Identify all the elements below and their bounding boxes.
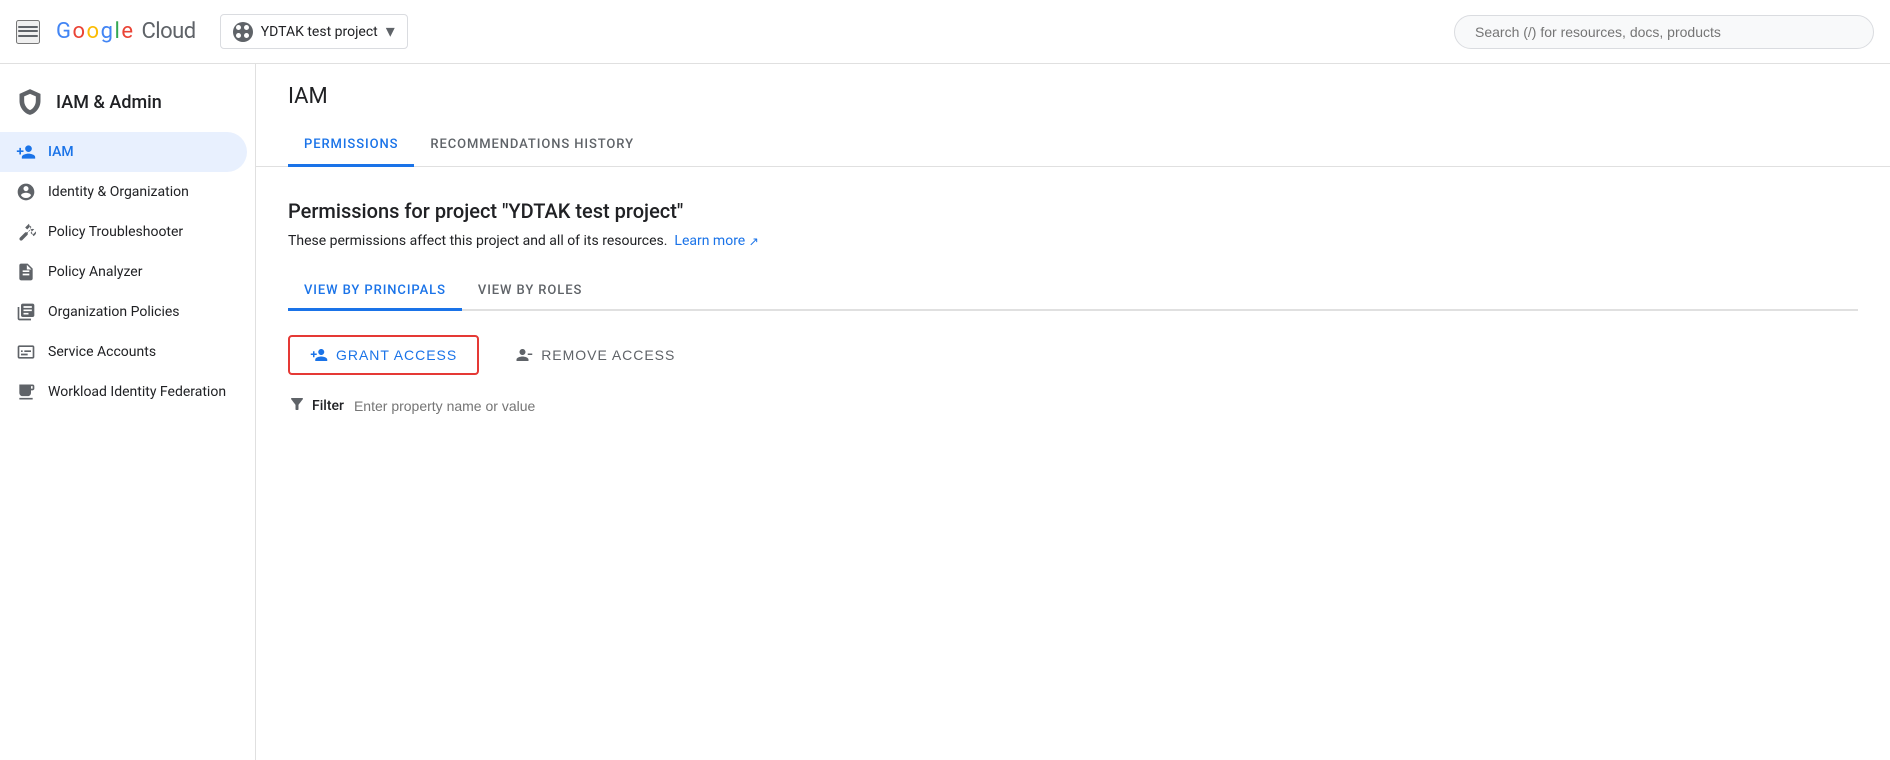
sidebar: IAM & Admin IAM Identity & Organization	[0, 64, 256, 760]
topbar: Google Cloud YDTAK test project ▾	[0, 0, 1890, 64]
tab-permissions[interactable]: PERMISSIONS	[288, 125, 414, 167]
main-content: IAM PERMISSIONS RECOMMENDATIONS HISTORY …	[256, 64, 1890, 760]
filter-row: Filter	[288, 395, 1858, 417]
person-add-icon	[16, 142, 36, 162]
learn-more-link[interactable]: Learn more ↗	[674, 233, 758, 249]
permissions-title: Permissions for project "YDTAK test proj…	[288, 199, 1858, 223]
document-search-icon	[16, 262, 36, 282]
tab-recommendations-history[interactable]: RECOMMENDATIONS HISTORY	[414, 125, 650, 167]
sidebar-item-policy-troubleshooter[interactable]: Policy Troubleshooter	[0, 212, 247, 252]
sidebar-item-label-service-accounts: Service Accounts	[48, 344, 156, 360]
remove-access-button[interactable]: REMOVE ACCESS	[495, 337, 695, 373]
sidebar-item-label-workload-identity: Workload Identity Federation	[48, 384, 226, 400]
filter-label-group: Filter	[288, 395, 344, 417]
project-icon	[233, 22, 253, 42]
sidebar-item-iam[interactable]: IAM	[0, 132, 247, 172]
grant-access-button[interactable]: GRANT ACCESS	[288, 335, 479, 375]
filter-text-label: Filter	[312, 398, 344, 414]
sidebar-header-title: IAM & Admin	[56, 92, 162, 113]
sidebar-item-label-identity: Identity & Organization	[48, 184, 189, 200]
remove-access-label: REMOVE ACCESS	[541, 347, 675, 363]
person-add-btn-icon	[310, 346, 328, 364]
sidebar-item-organization-policies[interactable]: Organization Policies	[0, 292, 247, 332]
sidebar-item-label-iam: IAM	[48, 144, 74, 160]
sidebar-item-workload-identity[interactable]: Workload Identity Federation	[0, 372, 247, 412]
main-header: IAM	[256, 64, 1890, 109]
sidebar-item-service-accounts[interactable]: Service Accounts	[0, 332, 247, 372]
external-link-icon: ↗	[749, 234, 759, 248]
main-tabs: PERMISSIONS RECOMMENDATIONS HISTORY	[256, 125, 1890, 167]
filter-lines-icon	[288, 395, 306, 417]
sub-tabs: VIEW BY PRINCIPALS VIEW BY ROLES	[288, 273, 1858, 311]
google-logo: Google Cloud	[56, 19, 196, 44]
monitor-icon	[16, 342, 36, 362]
page-title: IAM	[288, 84, 1858, 109]
account-circle-icon	[16, 182, 36, 202]
shield-icon	[16, 88, 44, 116]
sidebar-item-label-analyzer: Policy Analyzer	[48, 264, 142, 280]
sidebar-item-label-troubleshooter: Policy Troubleshooter	[48, 224, 183, 240]
sub-tab-view-by-roles[interactable]: VIEW BY ROLES	[462, 273, 598, 311]
project-name: YDTAK test project	[261, 24, 378, 40]
list-icon	[16, 302, 36, 322]
person-remove-btn-icon	[515, 346, 533, 364]
filter-input[interactable]	[354, 398, 654, 414]
actions-row: GRANT ACCESS REMOVE ACCESS	[288, 335, 1858, 375]
grant-access-label: GRANT ACCESS	[336, 347, 457, 363]
project-selector[interactable]: YDTAK test project ▾	[220, 14, 408, 49]
sub-tab-view-by-principals[interactable]: VIEW BY PRINCIPALS	[288, 273, 462, 311]
sidebar-item-identity-organization[interactable]: Identity & Organization	[0, 172, 247, 212]
menu-button[interactable]	[16, 20, 40, 44]
sidebar-item-label-org-policies: Organization Policies	[48, 304, 180, 320]
wrench-icon	[16, 222, 36, 242]
sidebar-item-policy-analyzer[interactable]: Policy Analyzer	[0, 252, 247, 292]
chevron-down-icon: ▾	[386, 21, 395, 42]
permissions-content: Permissions for project "YDTAK test proj…	[256, 167, 1890, 417]
search-input[interactable]	[1454, 15, 1874, 49]
cloud-label: Cloud	[141, 19, 195, 44]
monitor-code-icon	[16, 382, 36, 402]
permissions-description: These permissions affect this project an…	[288, 233, 1858, 249]
sidebar-header: IAM & Admin	[0, 76, 255, 132]
app-layout: IAM & Admin IAM Identity & Organization	[0, 64, 1890, 760]
